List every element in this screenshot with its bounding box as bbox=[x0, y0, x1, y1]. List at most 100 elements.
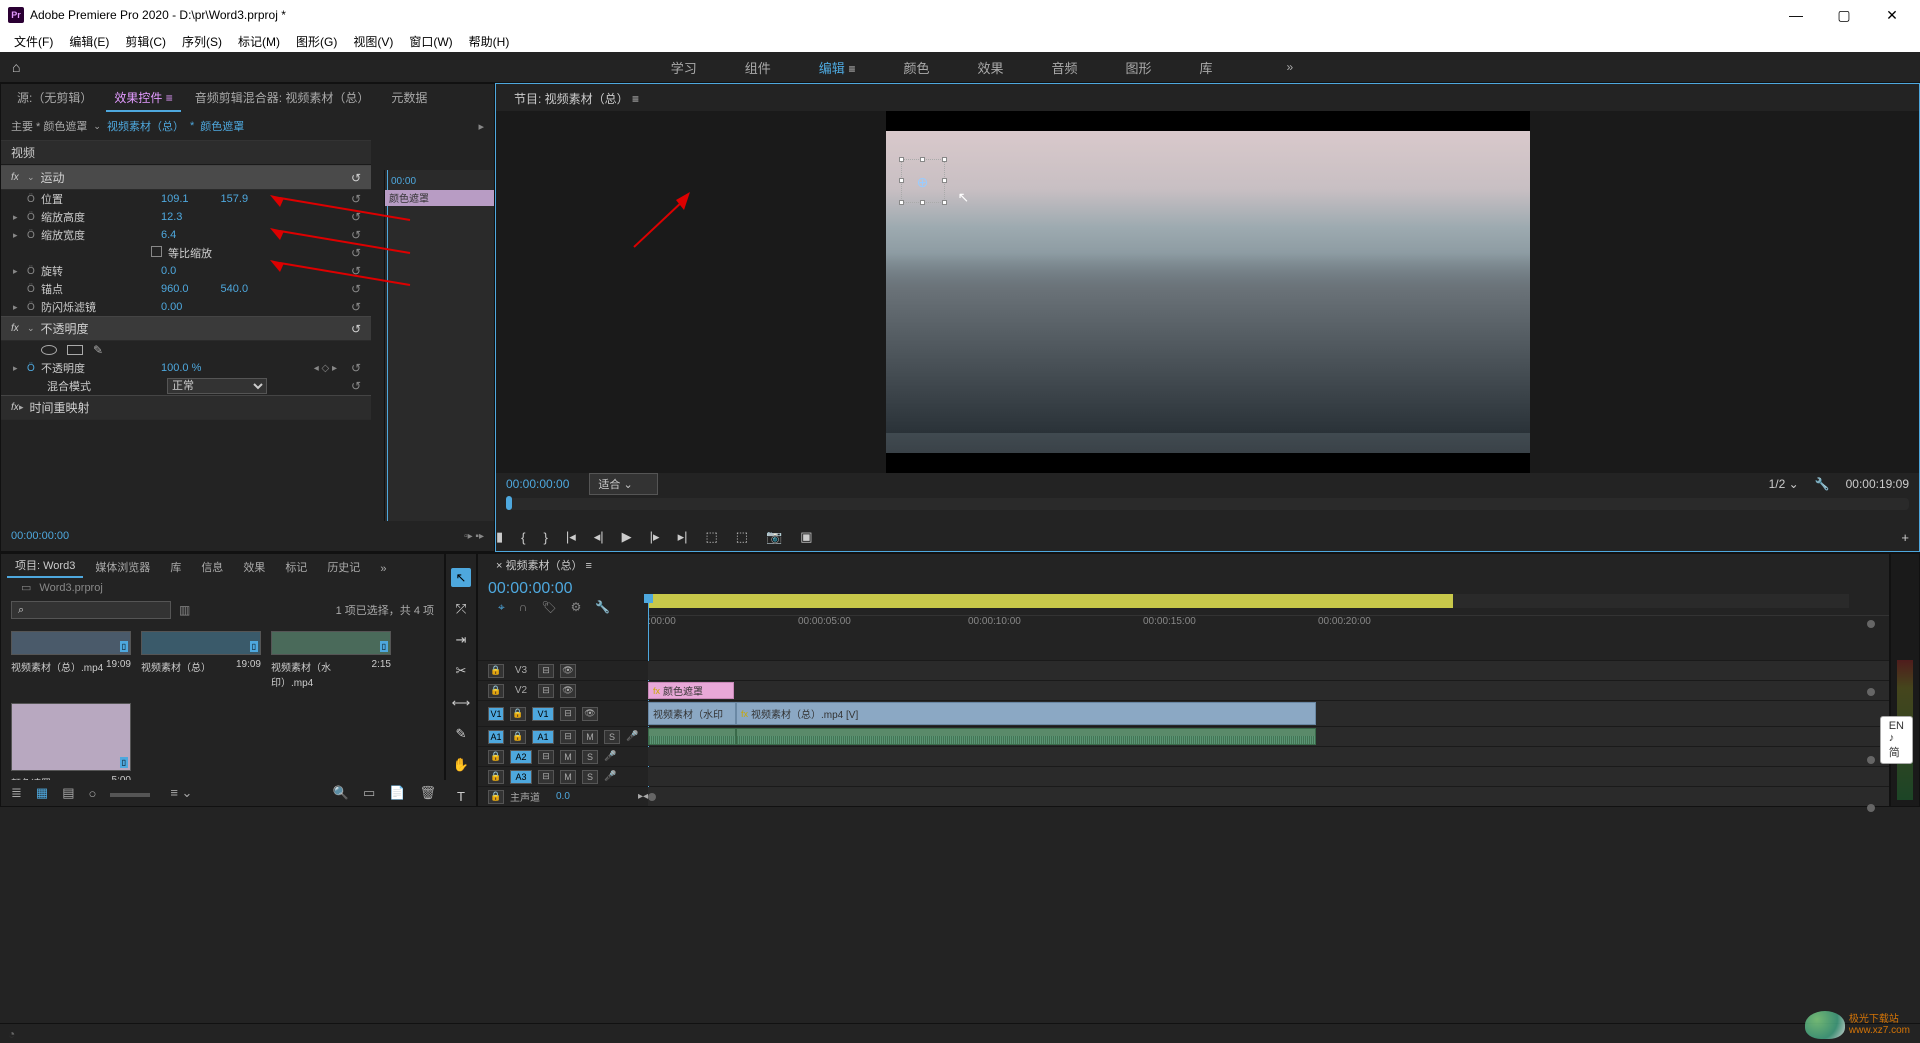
voice-icon[interactable]: 🎤 bbox=[604, 771, 616, 782]
tab-overflow[interactable]: » bbox=[372, 560, 394, 578]
ws-assembly[interactable]: 组件 bbox=[741, 54, 775, 81]
ws-learn[interactable]: 学习 bbox=[667, 54, 701, 81]
seq-tab[interactable]: × 视频素材（总） ≡ bbox=[488, 554, 600, 576]
clip-main-video[interactable]: fx视频素材（总）.mp4 [V] bbox=[736, 702, 1316, 725]
sync-icon[interactable]: ⊟ bbox=[538, 684, 554, 698]
work-area-bar[interactable] bbox=[648, 594, 1849, 608]
sync-icon[interactable]: ⊟ bbox=[538, 770, 554, 784]
sync-icon[interactable]: ⊟ bbox=[538, 664, 554, 678]
clip-matte[interactable]: fx颜色遮罩 bbox=[648, 682, 734, 699]
project-item[interactable]: ▯ 颜色遮罩5:00 bbox=[11, 703, 131, 790]
menu-window[interactable]: 窗口(W) bbox=[401, 33, 460, 50]
marker-icon[interactable]: 🏷 bbox=[541, 600, 556, 615]
mute-btn[interactable]: M bbox=[582, 730, 598, 744]
tab-audio-mixer[interactable]: 音频剪辑混合器: 视频素材（总） bbox=[187, 85, 378, 112]
eye-icon[interactable]: 👁 bbox=[560, 684, 576, 698]
menu-view[interactable]: 视图(V) bbox=[345, 33, 401, 50]
lock-icon[interactable]: 🔒 bbox=[488, 684, 504, 698]
ec-clip-segment[interactable]: 颜色遮罩 bbox=[385, 190, 494, 206]
new-item-icon[interactable]: 📄 bbox=[389, 785, 405, 801]
mask-ellipse-icon[interactable] bbox=[41, 345, 57, 355]
lock-icon[interactable]: 🔒 bbox=[488, 770, 504, 784]
mask-pen-icon[interactable]: ✎ bbox=[93, 343, 103, 357]
menu-help[interactable]: 帮助(H) bbox=[461, 33, 518, 50]
menu-sequence[interactable]: 序列(S) bbox=[174, 33, 230, 50]
ws-libraries[interactable]: 库 bbox=[1196, 54, 1217, 81]
snap-icon[interactable]: ⌖ bbox=[498, 600, 505, 615]
list-view-icon[interactable]: ≣ bbox=[11, 785, 22, 801]
tab-effect-controls[interactable]: 效果控件 ≡ bbox=[106, 85, 180, 112]
type-tool-icon[interactable]: T bbox=[451, 787, 471, 806]
tab-libraries[interactable]: 库 bbox=[162, 556, 189, 578]
reset-icon[interactable]: ↺ bbox=[351, 246, 361, 260]
transform-gizmo[interactable]: ⊕ bbox=[901, 159, 945, 203]
track-target[interactable]: A2 bbox=[510, 750, 532, 764]
project-item[interactable]: ▯ 视频素材（总）19:09 bbox=[141, 631, 261, 689]
keyframe-nav[interactable]: ◂ ◇ ▸ bbox=[314, 363, 337, 374]
ws-effects[interactable]: 效果 bbox=[973, 54, 1007, 81]
expand-icon[interactable]: ▸ bbox=[13, 302, 18, 313]
solo-btn[interactable]: S bbox=[582, 750, 598, 764]
step-back-icon[interactable]: ◂| bbox=[594, 529, 604, 545]
play-icon[interactable]: ▶ bbox=[622, 529, 632, 545]
seq-scrollbar[interactable] bbox=[648, 792, 1849, 802]
src-patch[interactable]: V1 bbox=[488, 707, 504, 721]
ec-opacity-group[interactable]: ⌄fx不透明度↺ bbox=[1, 316, 371, 341]
seq-tc[interactable]: 00:00:00:00 bbox=[488, 580, 573, 598]
clip-watermark[interactable]: 视频素材（水印 bbox=[648, 702, 736, 725]
reset-icon[interactable]: ↺ bbox=[351, 228, 361, 242]
home-button[interactable]: ⌂ bbox=[0, 52, 40, 82]
bin-icon[interactable]: ▭ bbox=[21, 582, 31, 594]
stopwatch-icon[interactable]: Ö bbox=[27, 230, 35, 241]
ec-timeline[interactable]: 00:00 颜色遮罩 bbox=[384, 170, 494, 551]
menu-file[interactable]: 文件(F) bbox=[6, 33, 61, 50]
stopwatch-icon[interactable]: Ö bbox=[27, 284, 35, 295]
expand-icon[interactable]: ▸ bbox=[13, 266, 18, 277]
stopwatch-icon[interactable]: Ö bbox=[27, 212, 35, 223]
source-tc[interactable]: 00:00:00:00 bbox=[11, 530, 69, 542]
auto-match-icon[interactable]: ≡ ⌄ bbox=[170, 785, 192, 801]
rotation[interactable]: 0.0 bbox=[161, 265, 176, 277]
uniform-checkbox[interactable] bbox=[151, 246, 162, 257]
slip-tool-icon[interactable]: ⟷ bbox=[451, 693, 471, 712]
sort-icon[interactable]: ○ bbox=[89, 786, 97, 801]
flicker[interactable]: 0.00 bbox=[161, 301, 182, 313]
clip-audio-wm[interactable] bbox=[648, 728, 736, 745]
expand-icon[interactable]: ▸◂ bbox=[638, 791, 648, 802]
scale-h[interactable]: 12.3 bbox=[161, 211, 182, 223]
new-bin-icon[interactable]: ▥ bbox=[179, 603, 190, 617]
anchor-x[interactable]: 960.0 bbox=[161, 283, 189, 295]
mark-out-icon[interactable]: } bbox=[544, 530, 548, 545]
menu-clip[interactable]: 剪辑(C) bbox=[117, 33, 174, 50]
wrench2-icon[interactable]: 🔧 bbox=[595, 600, 610, 615]
pen-tool-icon[interactable]: ✎ bbox=[451, 724, 471, 743]
sync-icon[interactable]: ⊟ bbox=[560, 707, 576, 721]
ws-graphics[interactable]: 图形 bbox=[1122, 54, 1156, 81]
lift-icon[interactable]: ⬚ bbox=[705, 529, 717, 545]
mute-btn[interactable]: M bbox=[560, 770, 576, 784]
link-icon[interactable]: ∩ bbox=[519, 600, 528, 615]
stopwatch-icon[interactable]: Ö bbox=[27, 302, 35, 313]
program-tab[interactable]: 节目: 视频素材（总） ≡ bbox=[506, 86, 647, 111]
tab-markers[interactable]: 标记 bbox=[277, 556, 315, 578]
reset-icon[interactable]: ↺ bbox=[351, 171, 361, 185]
ws-audio[interactable]: 音频 bbox=[1047, 54, 1081, 81]
selection-tool-icon[interactable]: ↖ bbox=[451, 568, 471, 587]
stopwatch-icon[interactable]: Ö bbox=[27, 363, 35, 374]
reset-icon[interactable]: ↺ bbox=[351, 322, 361, 336]
find-icon[interactable]: 🔍 bbox=[333, 785, 349, 801]
master-vol[interactable]: 0.0 bbox=[556, 791, 570, 802]
program-viewport[interactable]: ⊕ ↖ bbox=[496, 111, 1919, 473]
export-frame-icon[interactable]: 📷 bbox=[766, 529, 782, 545]
ripple-tool-icon[interactable]: ⇥ bbox=[451, 631, 471, 650]
menu-marker[interactable]: 标记(M) bbox=[230, 33, 288, 50]
maximize-btn[interactable]: ▢ bbox=[1824, 0, 1864, 30]
reset-icon[interactable]: ↺ bbox=[351, 379, 361, 393]
goto-in-icon[interactable]: |◂ bbox=[566, 529, 576, 545]
lock-icon[interactable]: 🔒 bbox=[488, 664, 504, 678]
anchor-icon[interactable]: ⊕ bbox=[916, 174, 930, 188]
tab-metadata[interactable]: 元数据 bbox=[383, 85, 435, 112]
marker-add-icon[interactable]: ▮ bbox=[496, 529, 503, 545]
dropdown-icon[interactable]: ⌄ bbox=[93, 121, 101, 132]
tab-media-browser[interactable]: 媒体浏览器 bbox=[87, 556, 158, 578]
